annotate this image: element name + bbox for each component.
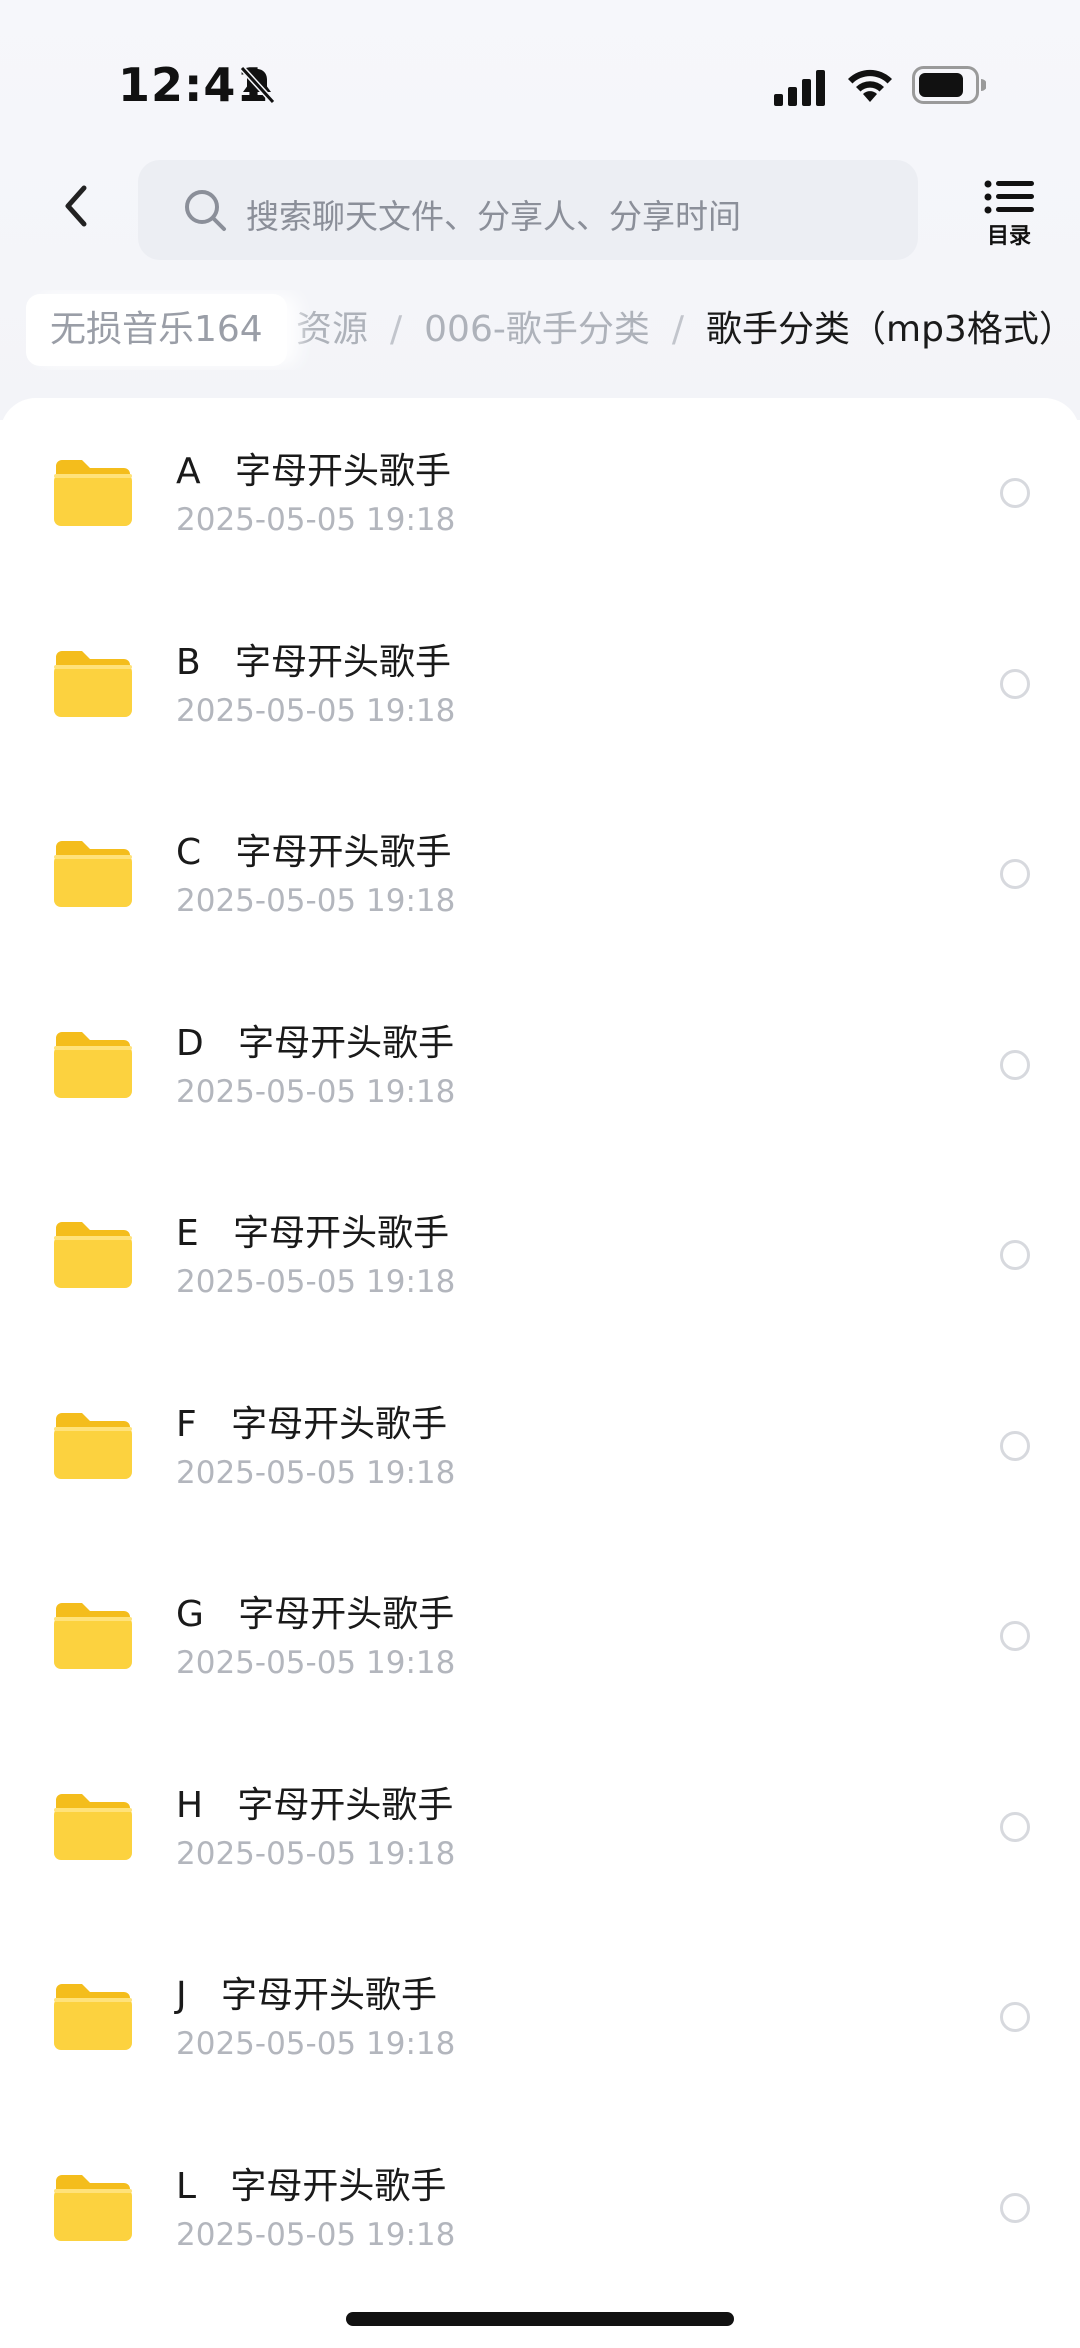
folder-icon <box>54 1412 132 1479</box>
folder-date: 2025-05-05 19:18 <box>176 1645 456 1681</box>
search-icon <box>185 190 226 231</box>
folder-row[interactable]: D 字母开头歌手 2025-05-05 19:18 <box>0 970 1080 1160</box>
folder-name: F 字母开头歌手 <box>176 1395 447 1447</box>
select-radio[interactable] <box>1000 1240 1030 1270</box>
folder-name: G 字母开头歌手 <box>176 1585 454 1637</box>
folder-icon <box>54 1984 132 2050</box>
folder-title: 字母开头歌手 <box>233 1213 450 1254</box>
folder-icon <box>54 1603 132 1669</box>
folder-date: 2025-05-05 19:18 <box>176 883 456 919</box>
folder-row[interactable]: J 字母开头歌手 2025-05-05 19:18 <box>0 1922 1080 2112</box>
folder-name: H 字母开头歌手 <box>176 1776 453 1828</box>
folder-letter: J <box>176 1975 187 2016</box>
folder-date: 2025-05-05 19:18 <box>176 502 456 538</box>
folder-letter: L <box>176 2165 197 2207</box>
select-radio[interactable] <box>1000 668 1030 699</box>
folder-letter: E <box>176 1213 199 1254</box>
folder-letter: G <box>176 1594 204 1635</box>
folder-icon <box>54 650 132 717</box>
select-radio[interactable] <box>1000 1049 1030 1080</box>
select-radio[interactable] <box>1000 1621 1030 1651</box>
folder-title: 字母开头歌手 <box>235 641 452 683</box>
wifi-icon <box>848 69 892 102</box>
folder-letter: B <box>176 641 201 683</box>
folder-row[interactable]: C 字母开头歌手 2025-05-05 19:18 <box>0 779 1080 969</box>
breadcrumb-current: 歌手分类（mp3格式） <box>706 309 1075 350</box>
breadcrumb-item[interactable]: 资源 <box>296 294 368 366</box>
select-radio[interactable] <box>1000 2192 1030 2223</box>
folder-letter: H <box>176 1784 204 1826</box>
breadcrumb-root[interactable]: 无损音乐164 <box>26 294 287 366</box>
folder-letter: F <box>176 1403 197 1445</box>
folder-letter: C <box>176 832 202 873</box>
folder-title: 字母开头歌手 <box>237 1784 454 1826</box>
folder-date: 2025-05-05 19:18 <box>176 1264 456 1300</box>
breadcrumb-trail: 资源 / 006-歌手分类 / 歌手分类（mp3格式） <box>296 294 1075 366</box>
folder-icon <box>54 1031 132 1098</box>
folder-name: E 字母开头歌手 <box>176 1204 449 1256</box>
folder-icon <box>54 841 132 907</box>
folder-title: 字母开头歌手 <box>234 451 451 492</box>
folder-icon <box>54 1793 132 1860</box>
folder-name: A 字母开头歌手 <box>176 442 451 494</box>
list-icon <box>984 180 1034 214</box>
folder-row[interactable]: E 字母开头歌手 2025-05-05 19:18 <box>0 1160 1080 1350</box>
search-placeholder: 搜索聊天文件、分享人、分享时间 <box>246 197 741 236</box>
folder-row[interactable]: L 字母开头歌手 2025-05-05 19:18 <box>0 2113 1080 2303</box>
folder-title: 字母开头歌手 <box>231 1403 448 1445</box>
folder-letter: A <box>176 451 201 492</box>
search-input[interactable]: 搜索聊天文件、分享人、分享时间 <box>138 160 918 260</box>
select-radio[interactable] <box>1000 1811 1030 1842</box>
folder-date: 2025-05-05 19:18 <box>176 692 456 729</box>
folder-row[interactable]: G 字母开头歌手 2025-05-05 19:18 <box>0 1541 1080 1731</box>
folder-row[interactable]: B 字母开头歌手 2025-05-05 19:18 <box>0 589 1080 779</box>
breadcrumb-item[interactable]: 006-歌手分类 <box>424 294 650 366</box>
battery-icon <box>912 66 986 104</box>
folder-name: C 字母开头歌手 <box>176 823 452 875</box>
file-list: A 字母开头歌手 2025-05-05 19:18 B 字母开头歌手 2025-05-… <box>0 398 1080 2348</box>
breadcrumb: 资源 / 006-歌手分类 / 歌手分类（mp3格式） 无损音乐164 <box>0 290 1080 370</box>
select-radio[interactable] <box>1000 2002 1030 2032</box>
select-radio[interactable] <box>1000 859 1030 889</box>
folder-date: 2025-05-05 19:18 <box>176 2216 456 2253</box>
folder-row[interactable]: A 字母开头歌手 2025-05-05 19:18 <box>0 398 1080 588</box>
folder-date: 2025-05-05 19:18 <box>176 2026 456 2062</box>
folder-name: L 字母开头歌手 <box>176 2157 446 2209</box>
folder-name: J 字母开头歌手 <box>176 1966 437 2018</box>
folder-row[interactable]: F 字母开头歌手 2025-05-05 19:18 <box>0 1351 1080 1541</box>
folder-title: 字母开头歌手 <box>235 832 452 873</box>
folder-name: B 字母开头歌手 <box>176 633 451 685</box>
folder-date: 2025-05-05 19:18 <box>176 1073 456 1110</box>
status-bar: 12:41 <box>0 0 1080 150</box>
select-radio[interactable] <box>1000 1430 1030 1461</box>
folder-icon <box>54 2174 132 2241</box>
folder-date: 2025-05-05 19:18 <box>176 1454 456 1491</box>
folder-icon <box>54 1222 132 1288</box>
cellular-signal-icon <box>774 70 825 106</box>
folder-name: D 字母开头歌手 <box>176 1014 454 1066</box>
folder-title: 字母开头歌手 <box>238 1594 455 1635</box>
folder-title: 字母开头歌手 <box>220 1975 437 2016</box>
folder-letter: D <box>176 1022 204 1064</box>
toc-label: 目录 <box>986 224 1031 249</box>
back-button[interactable] <box>52 178 102 234</box>
table-of-contents-button[interactable]: 目录 <box>978 180 1040 250</box>
folder-title: 字母开头歌手 <box>230 2165 447 2207</box>
bell-muted-icon <box>239 65 276 105</box>
folder-row[interactable]: H 字母开头歌手 2025-05-05 19:18 <box>0 1732 1080 1922</box>
folder-title: 字母开头歌手 <box>238 1022 455 1064</box>
breadcrumb-separator: / <box>390 309 403 350</box>
folder-icon <box>54 460 132 526</box>
home-indicator[interactable] <box>346 2312 734 2326</box>
select-radio[interactable] <box>1000 478 1030 508</box>
breadcrumb-separator: / <box>671 309 685 350</box>
folder-date: 2025-05-05 19:18 <box>176 1835 456 1872</box>
